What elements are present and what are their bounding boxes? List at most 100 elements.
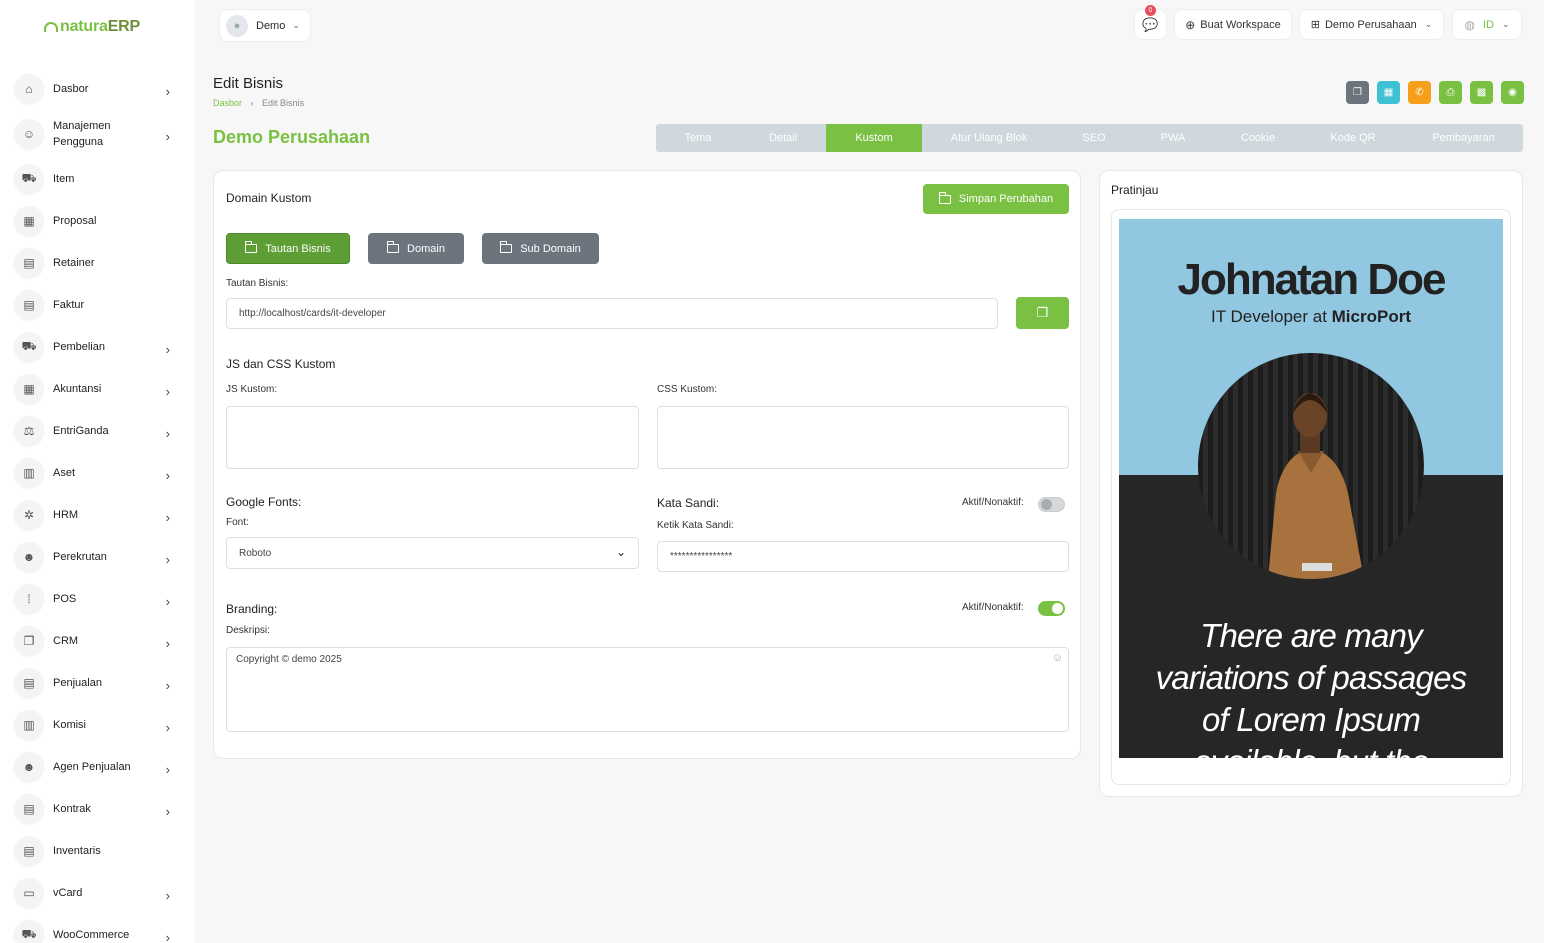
sidebar-item-pembelian[interactable]: ⛟ Pembelian ›	[14, 332, 182, 362]
password-heading: Kata Sandi:	[657, 496, 720, 510]
view-action-button[interactable]: ◉	[1501, 81, 1524, 104]
app-logo[interactable]: naturaERP	[44, 18, 140, 36]
chevron-right-icon: ›	[165, 803, 170, 819]
sidebar-item-akuntansi[interactable]: ▦ Akuntansi ›	[14, 374, 182, 404]
document-icon: ▤	[14, 794, 44, 824]
sidebar-item-crm[interactable]: ❐ CRM ›	[14, 626, 182, 656]
tab-kode-qr[interactable]: Kode QR	[1302, 124, 1404, 152]
user-menu[interactable]: ● Demo ⌄	[219, 9, 311, 42]
sidebar-item-woocommerce[interactable]: ⛟ WooCommerce ›	[14, 920, 182, 943]
user-plus-icon: ☻	[14, 542, 44, 572]
chevron-down-icon: ⌄	[615, 545, 626, 559]
person-illustration	[1268, 393, 1364, 579]
toggle-knob	[1041, 499, 1052, 510]
sidebar-item-label: Kontrak	[53, 803, 91, 815]
grid-icon: ▦	[14, 374, 44, 404]
sidebar-item-item[interactable]: ⛟ Item	[14, 164, 182, 194]
tab-pwa[interactable]: PWA	[1132, 124, 1214, 152]
profile-photo	[1198, 353, 1424, 579]
password-toggle[interactable]	[1038, 497, 1065, 512]
password-toggle-label: Aktif/Nonaktif:	[962, 497, 1024, 508]
breadcrumb-home[interactable]: Dasbor	[213, 98, 242, 108]
language-select[interactable]: ◍ ID ⌄	[1452, 9, 1522, 40]
subdomain-button[interactable]: Sub Domain	[482, 233, 599, 264]
css-textarea[interactable]	[657, 406, 1069, 469]
sidebar-item-penjualan[interactable]: ▤ Penjualan ›	[14, 668, 182, 698]
document-icon: ▤	[14, 836, 44, 866]
company-select[interactable]: ⊞ Demo Perusahaan ⌄	[1299, 9, 1444, 40]
cloud-icon	[44, 21, 58, 32]
link-label: Tautan Bisnis:	[226, 278, 289, 289]
company-title: Demo Perusahaan	[213, 127, 371, 147]
sidebar-item-kontrak[interactable]: ▤ Kontrak ›	[14, 794, 182, 824]
sidebar-item-label: Item	[53, 173, 75, 185]
qr-action-button[interactable]: ▩	[1470, 81, 1493, 104]
chevron-down-icon: ⌄	[1501, 19, 1510, 29]
chevron-down-icon: ⌄	[1424, 19, 1433, 29]
create-workspace-button[interactable]: ⊕ Buat Workspace	[1174, 9, 1292, 40]
sidebar-item-hrm[interactable]: ✲ HRM ›	[14, 500, 182, 530]
sidebar-item-proposal[interactable]: ▦ Proposal	[14, 206, 182, 236]
chevron-right-icon: ›	[165, 425, 170, 441]
sidebar-item-inventaris[interactable]: ▤ Inventaris	[14, 836, 182, 866]
copy-link-button[interactable]: ❐	[1016, 297, 1069, 329]
copy-action-button[interactable]: ❐	[1346, 81, 1369, 104]
vcard-preview[interactable]: Johnatan Doe IT Developer at MicroPort T…	[1119, 219, 1503, 758]
tab-detail[interactable]: Detail	[740, 124, 826, 152]
sidebar-item-komisi[interactable]: ▥ Komisi ›	[14, 710, 182, 740]
phone-action-button[interactable]: ✆	[1408, 81, 1431, 104]
sidebar-item-manajemen-pengguna[interactable]: ☺ Manajemen Pengguna ›	[14, 118, 182, 150]
avatar: ●	[226, 14, 248, 37]
sidebar-item-entriganda[interactable]: ⚖ EntriGanda ›	[14, 416, 182, 446]
folder-icon	[245, 241, 258, 253]
tab-cookie[interactable]: Cookie	[1214, 124, 1302, 152]
chevron-right-icon: ›	[165, 383, 170, 399]
copy-icon: ❐	[14, 626, 44, 656]
folder-icon	[500, 241, 513, 253]
calendar-action-button[interactable]: ▦	[1377, 81, 1400, 104]
header-actions: ❐ ▦ ✆ ⎙ ▩ ◉	[1346, 81, 1524, 104]
sidebar-item-aset[interactable]: ▥ Aset ›	[14, 458, 182, 488]
page-title: Edit Bisnis	[213, 75, 284, 92]
save-changes-button[interactable]: Simpan Perubahan	[923, 184, 1069, 214]
tab-atur-ulang-blok[interactable]: Atur Ulang Blok	[922, 124, 1056, 152]
tab-tema[interactable]: Tema	[656, 124, 740, 152]
calculator-icon: ▥	[14, 710, 44, 740]
preview-quote-line: available, but the	[1119, 741, 1503, 758]
password-input[interactable]: ****************	[657, 541, 1069, 572]
sidebar-item-vcard[interactable]: ▭ vCard ›	[14, 878, 182, 908]
user-name: Demo	[256, 19, 286, 32]
preview-name: Johnatan Doe	[1177, 255, 1447, 304]
branding-toggle[interactable]	[1038, 601, 1065, 616]
preview-quote-line: of Lorem Ipsum	[1201, 701, 1421, 738]
chevron-right-icon: ›	[165, 887, 170, 903]
sidebar-item-dasbor[interactable]: ⌂ Dasbor ›	[14, 74, 182, 104]
sidebar-item-faktur[interactable]: ▤ Faktur	[14, 290, 182, 320]
description-textarea[interactable]: Copyright © demo 2025 ☺	[226, 647, 1069, 732]
sidebar-item-pos[interactable]: ⁞ POS ›	[14, 584, 182, 614]
js-textarea[interactable]	[226, 406, 639, 469]
grid-icon: ▦	[14, 206, 44, 236]
emoji-icon: ☺	[1051, 652, 1063, 664]
sidebar: naturaERP ⌂ Dasbor › ☺ Manajemen Pengguna › ⛟ I…	[0, 0, 195, 943]
chevron-right-icon: ›	[165, 551, 170, 567]
sidebar-item-label: WooCommerce	[53, 929, 130, 941]
chevron-right-icon: ›	[165, 83, 170, 99]
sidebar-item-perekrutan[interactable]: ☻ Perekrutan ›	[14, 542, 182, 572]
sidebar-item-retainer[interactable]: ▤ Retainer	[14, 248, 182, 278]
business-link-input[interactable]: http://localhost/cards/it-developer	[226, 298, 998, 329]
chevron-right-icon: ›	[165, 929, 170, 943]
tab-seo[interactable]: SEO	[1056, 124, 1132, 152]
font-select[interactable]: Roboto ⌄	[226, 537, 639, 569]
chevron-down-icon: ⌄	[292, 20, 300, 30]
domain-button[interactable]: Domain	[368, 233, 464, 264]
workspace-icon: ⊞	[1310, 19, 1320, 31]
preview-quote-line: variations of passages	[1155, 659, 1468, 696]
settings-icon: ✲	[14, 500, 44, 530]
business-link-button[interactable]: Tautan Bisnis	[226, 233, 350, 264]
tab-kustom[interactable]: Kustom	[826, 124, 922, 152]
sidebar-item-agen-penjualan[interactable]: ☻ Agen Penjualan ›	[14, 752, 182, 782]
tab-pembayaran[interactable]: Pembayaran	[1404, 124, 1523, 152]
print-action-button[interactable]: ⎙	[1439, 81, 1462, 104]
messages-button[interactable]: 💬 0	[1134, 5, 1167, 40]
